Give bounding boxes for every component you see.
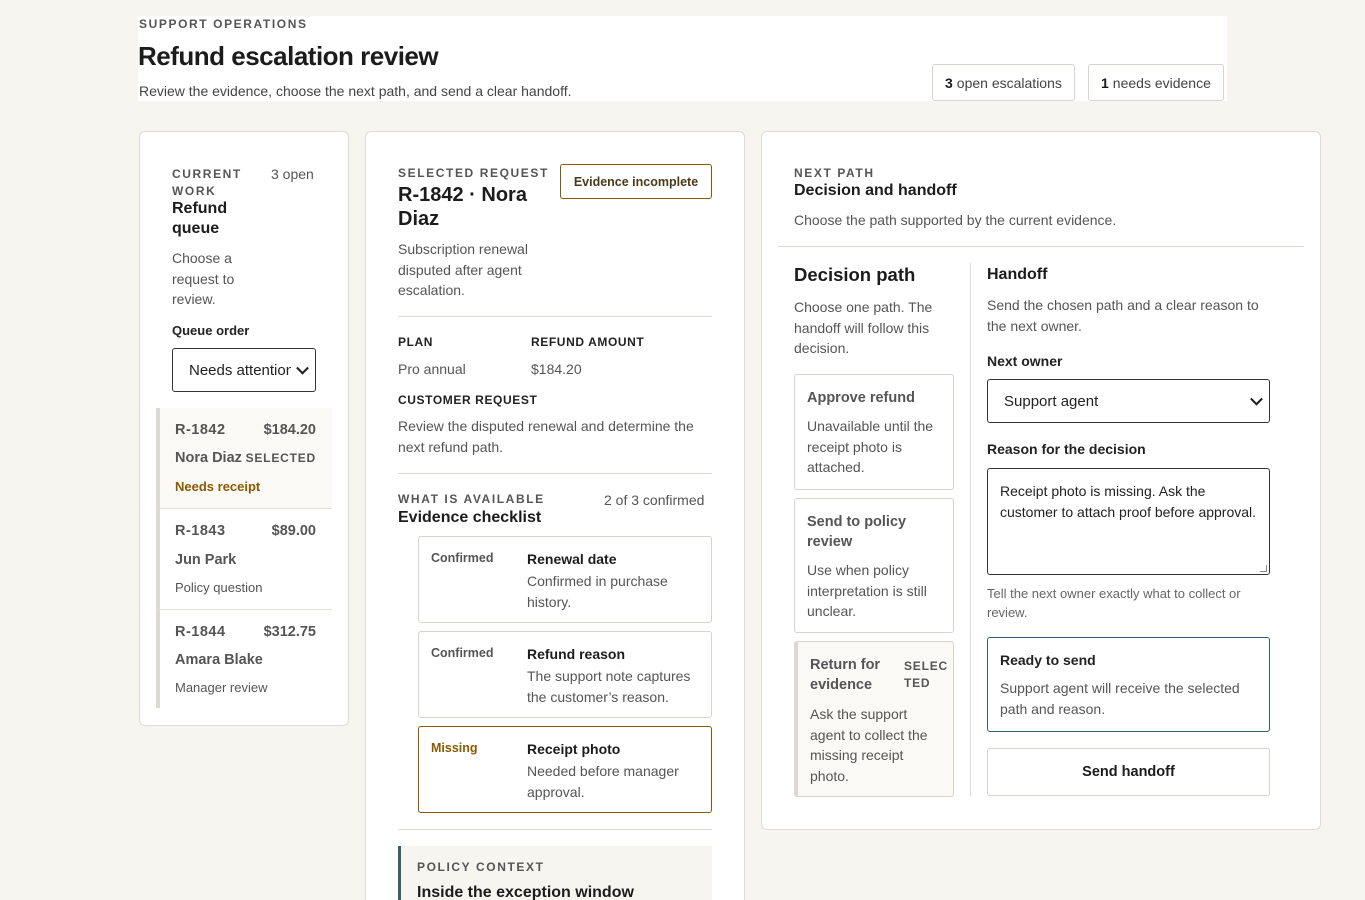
ready-to-send-panel: Ready to send Support agent will receive… [987, 637, 1270, 732]
reason-textarea[interactable]: Receipt photo is missing. Ask the custom… [987, 468, 1270, 575]
evidence-description: Needed before manager approval. [527, 763, 679, 800]
page-eyebrow: SUPPORT OPERATIONS [139, 17, 308, 31]
decision-path-title: Decision path [794, 264, 916, 285]
option-title: Return for evidence [810, 657, 881, 693]
plan-value: Pro annual [398, 361, 466, 377]
divider [778, 246, 1304, 247]
queue-item-status: Needs receipt [175, 479, 261, 494]
refund-amount-value: $184.20 [531, 361, 582, 377]
page-subtitle: Review the evidence, choose the next pat… [139, 83, 572, 99]
divider [398, 473, 712, 474]
queue-item-amount: $89.00 [271, 523, 316, 539]
option-return-for-evidence[interactable]: Return for evidence SELEC TED Ask the su… [794, 641, 954, 797]
option-title: Approve refund [807, 390, 915, 406]
chevron-down-icon [1250, 392, 1263, 406]
path-eyebrow: NEXT PATH [794, 166, 875, 180]
decision-path-description: Choose one path. The handoff will follow… [794, 299, 933, 356]
reason-text: Receipt photo is missing. Ask the custom… [1000, 483, 1257, 520]
plan-label: PLAN [398, 335, 434, 349]
path-subtitle: Choose the path supported by the current… [794, 212, 1117, 228]
send-handoff-button[interactable]: Send handoff [987, 748, 1270, 796]
queue-item-amount: $184.20 [263, 422, 316, 438]
needs-evidence-count: 1 [1101, 74, 1109, 91]
evidence-status: Confirmed [431, 646, 494, 660]
queue-item-selected-tag: SELECTED [245, 451, 316, 465]
customer-request-text: Review the disputed renewal and determin… [398, 418, 694, 455]
next-owner-label: Next owner [987, 353, 1063, 369]
open-escalations-badge: 3 open escalations [932, 64, 1075, 101]
queue-item-id: R-1844 [175, 624, 226, 640]
page-title: Refund escalation review [138, 41, 439, 71]
queue-item-id: R-1842 [175, 422, 226, 438]
queue-item-name: Amara Blake [175, 652, 263, 668]
resize-handle-icon[interactable] [1260, 565, 1267, 572]
queue-item-r-1842[interactable]: R-1842 $184.20 Nora Diaz SELECTED Needs … [156, 408, 332, 509]
option-send-to-policy-review[interactable]: Send to policy review Use when policy in… [794, 498, 954, 633]
evidence-description: The support note captures the customer’s… [527, 668, 691, 705]
evidence-item-renewal-date: Confirmed Renewal date Confirmed in purc… [418, 536, 712, 623]
checklist-title: Evidence checklist [398, 509, 542, 526]
divider [398, 316, 712, 317]
policy-context: POLICY CONTEXT Inside the exception wind… [398, 846, 712, 900]
policy-eyebrow: POLICY CONTEXT [417, 860, 545, 874]
detail-eyebrow: SELECTED REQUEST [398, 166, 549, 180]
evidence-title: Renewal date [527, 551, 617, 567]
ready-description: Support agent will receive the selected … [1000, 680, 1240, 717]
queue-item-status: Manager review [175, 680, 268, 695]
evidence-description: Confirmed in purchase history. [527, 573, 668, 610]
queue-open-count: 3 open [271, 166, 314, 182]
option-description: Ask the support agent to collect the mis… [810, 706, 928, 784]
option-approve-refund[interactable]: Approve refund Unavailable until the rec… [794, 374, 954, 490]
handoff-title: Handoff [987, 266, 1048, 283]
queue-order-value: Needs attention [189, 361, 291, 379]
checklist-eyebrow: WHAT IS AVAILABLE [398, 492, 545, 506]
open-escalations-label: open escalations [956, 74, 1062, 91]
policy-title: Inside the exception window [417, 884, 634, 900]
queue-item-status: Policy question [175, 580, 263, 595]
ready-title: Ready to send [1000, 652, 1096, 668]
evidence-title: Receipt photo [527, 741, 621, 757]
queue-item-r-1844[interactable]: R-1844 $312.75 Amara Blake Manager revie… [156, 610, 332, 708]
chevron-down-icon [296, 361, 309, 375]
option-description: Unavailable until the receipt photo is a… [807, 418, 934, 475]
queue-eyebrow: CURRENT WORK [172, 167, 242, 198]
queue-order-select[interactable]: Needs attention [172, 348, 316, 392]
evidence-item-refund-reason: Confirmed Refund reason The support note… [418, 631, 712, 718]
queue-order-label: Queue order [172, 323, 250, 338]
evidence-status: Confirmed [431, 551, 494, 565]
queue-item-name: Jun Park [175, 552, 237, 568]
reason-hint: Tell the next owner exactly what to coll… [987, 586, 1241, 620]
evidence-item-receipt-photo: Missing Receipt photo Needed before mana… [418, 726, 712, 813]
checklist-count: 2 of 3 confirmed [604, 492, 705, 508]
queue-item-r-1843[interactable]: R-1843 $89.00 Jun Park Policy question [156, 509, 332, 610]
open-escalations-count: 3 [945, 74, 953, 91]
queue-title: Refund queue [172, 200, 228, 237]
next-owner-select[interactable]: Support agent [987, 379, 1270, 423]
evidence-title: Refund reason [527, 646, 626, 662]
vertical-divider [970, 263, 971, 796]
option-selected-tag: SELEC TED [904, 659, 949, 690]
divider [398, 829, 712, 830]
evidence-status: Missing [431, 741, 478, 755]
reason-label: Reason for the decision [987, 441, 1146, 457]
option-description: Use when policy interpretation is still … [807, 562, 927, 619]
needs-evidence-label: needs evidence [1112, 74, 1211, 91]
queue-description: Choose a request to review. [172, 250, 235, 307]
queue-item-amount: $312.75 [263, 624, 316, 640]
needs-evidence-badge: 1 needs evidence [1088, 64, 1224, 101]
refund-amount-label: REFUND AMOUNT [531, 335, 645, 349]
path-title: Decision and handoff [794, 182, 957, 199]
evidence-incomplete-badge: Evidence incomplete [560, 164, 712, 199]
customer-request-label: CUSTOMER REQUEST [398, 393, 538, 407]
queue-item-name: Nora Diaz [175, 450, 242, 466]
queue-item-id: R-1843 [175, 523, 226, 539]
detail-description: Subscription renewal disputed after agen… [398, 241, 528, 298]
detail-title: R-1842 · Nora Diaz [398, 184, 527, 230]
next-owner-value: Support agent [1004, 392, 1099, 410]
option-title: Send to policy review [807, 514, 907, 550]
handoff-description: Send the chosen path and a clear reason … [987, 297, 1259, 334]
